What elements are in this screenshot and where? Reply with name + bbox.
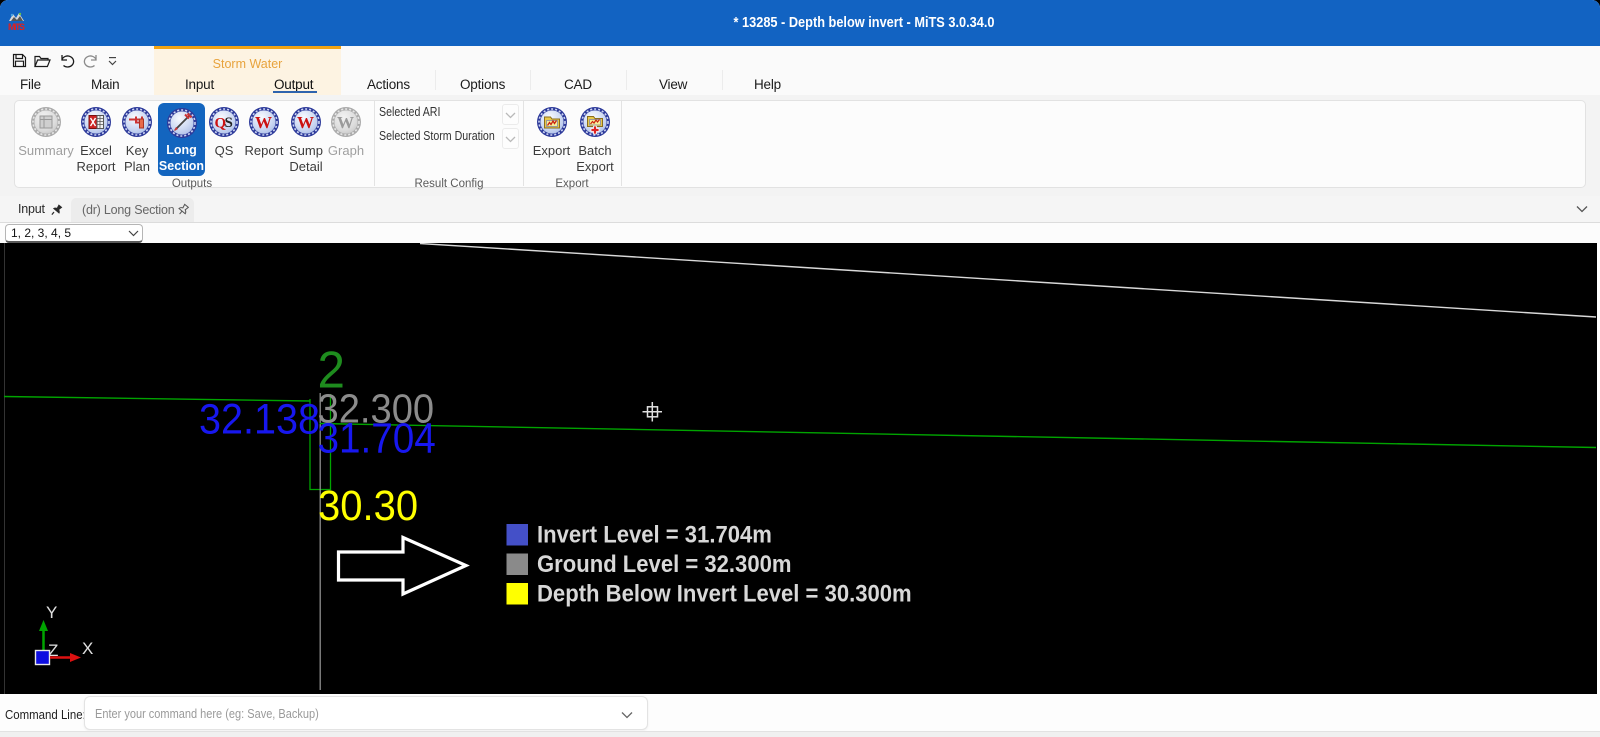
svg-text:W: W bbox=[297, 113, 314, 132]
svg-text:Invert Level = 31.704m: Invert Level = 31.704m bbox=[537, 521, 772, 548]
svg-text:MiTS: MiTS bbox=[8, 22, 25, 32]
svg-text:30.30: 30.30 bbox=[318, 481, 418, 530]
svg-text:X: X bbox=[82, 639, 93, 658]
svg-text:S: S bbox=[225, 115, 233, 131]
svg-text:31.704: 31.704 bbox=[318, 414, 436, 462]
svg-text:Ground Level = 32.300m: Ground Level = 32.300m bbox=[537, 550, 792, 577]
svg-text:W: W bbox=[255, 113, 272, 132]
svg-text:Depth Below Invert Level = 30.: Depth Below Invert Level = 30.300m bbox=[537, 580, 912, 607]
svg-text:Y: Y bbox=[46, 603, 57, 622]
svg-text:32.138: 32.138 bbox=[199, 395, 320, 443]
svg-text:W: W bbox=[337, 113, 354, 132]
